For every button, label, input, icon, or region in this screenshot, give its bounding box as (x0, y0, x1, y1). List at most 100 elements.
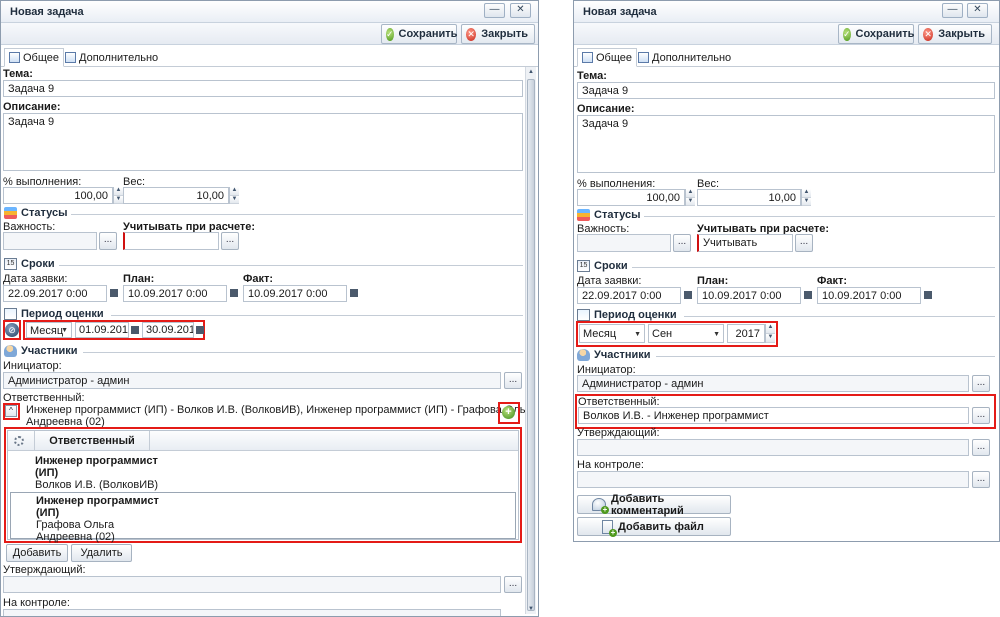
tab-general[interactable]: Общее (4, 48, 65, 67)
control-input[interactable] (577, 471, 969, 488)
approver-input[interactable] (3, 576, 501, 593)
plan-date-input[interactable]: 10.09.2017 0:00 (123, 285, 227, 302)
scrollbar-thumb[interactable] (527, 79, 535, 611)
date-picker-icon[interactable] (924, 291, 932, 299)
spin-down-icon[interactable]: ▼ (114, 195, 123, 204)
users-icon (577, 349, 590, 361)
window-title: Новая задача (583, 6, 657, 18)
title-bar: Новая задача — ✕ (574, 1, 999, 23)
fact-date-input[interactable]: 10.09.2017 0:00 (243, 285, 347, 302)
spin-down-icon[interactable]: ▼ (766, 333, 775, 343)
section-participants: Участники (574, 348, 995, 364)
approver-input[interactable] (577, 439, 969, 456)
add-responsible-icon[interactable]: + (502, 406, 515, 419)
period-month-select[interactable]: Сен ▼ (648, 324, 724, 343)
spin-down-icon[interactable]: ▼ (230, 195, 239, 204)
period-mode-select[interactable]: Месяц ▼ (579, 324, 645, 343)
importance-input[interactable] (3, 232, 97, 250)
calc-lookup-button[interactable]: ... (795, 234, 813, 252)
completion-spinner[interactable]: ▲ ▼ (685, 189, 695, 206)
period-from-input[interactable]: 01.09.2017 (75, 322, 129, 338)
importance-input[interactable] (577, 234, 671, 252)
subject-input[interactable]: Задача 9 (3, 80, 523, 97)
date-picker-icon[interactable] (804, 291, 812, 299)
initiator-lookup-button[interactable]: ... (972, 375, 990, 392)
period-mode-select[interactable]: Месяц ▼ (26, 322, 72, 338)
responsible-input[interactable]: Волков И.В. - Инженер программист (578, 407, 969, 424)
weight-input[interactable]: 10,00 (697, 189, 801, 206)
description-textarea[interactable]: Задача 9 (3, 113, 523, 171)
section-divider (684, 316, 995, 317)
table-row[interactable]: Инженер программист (ИП) Волков И.В. (Во… (10, 453, 516, 493)
description-label: Описание: (577, 103, 635, 115)
close-window-button[interactable]: ✕ (510, 3, 531, 18)
gear-icon[interactable] (14, 436, 24, 446)
tab-additional[interactable]: Дополнительно (634, 48, 735, 67)
control-input[interactable] (3, 609, 501, 616)
scroll-down-icon[interactable]: ▼ (526, 604, 536, 614)
close-window-button[interactable]: ✕ (967, 3, 988, 18)
scroll-up-icon[interactable]: ▲ (526, 67, 536, 77)
collapse-icon[interactable]: ^ (5, 405, 17, 417)
date-picker-icon[interactable] (230, 289, 238, 297)
control-lookup-button[interactable]: ... (972, 471, 990, 488)
subject-input[interactable]: Задача 9 (577, 82, 995, 99)
request-date-input[interactable]: 22.09.2017 0:00 (577, 287, 681, 304)
grid-column-header[interactable]: Ответственный (34, 431, 150, 451)
request-date-input[interactable]: 22.09.2017 0:00 (3, 285, 107, 302)
weight-spinner[interactable]: ▲ ▼ (229, 187, 239, 204)
calc-lookup-button[interactable]: ... (221, 232, 239, 250)
approver-lookup-button[interactable]: ... (972, 439, 990, 456)
date-picker-icon[interactable] (131, 326, 139, 334)
period-to-input[interactable]: 30.09.2017 (142, 322, 194, 338)
date-picker-icon[interactable] (110, 289, 118, 297)
completion-input[interactable]: 100,00 (3, 187, 113, 204)
period-year-input[interactable]: 2017 (727, 324, 765, 343)
spin-up-icon[interactable]: ▲ (230, 187, 239, 196)
add-file-button[interactable]: Добавить файл (577, 517, 731, 537)
date-picker-icon[interactable] (196, 326, 204, 334)
calc-input[interactable] (123, 232, 219, 250)
add-comment-button[interactable]: Добавить комментарий (577, 493, 731, 517)
table-row[interactable]: Инженер программист (ИП) Графова Ольга А… (10, 492, 516, 543)
initiator-lookup-button[interactable]: ... (504, 372, 522, 389)
approver-label: Утверждающий: (3, 564, 86, 576)
importance-lookup-button[interactable]: ... (673, 234, 691, 252)
period-mode-toggle-icon[interactable]: ⊘ (5, 323, 19, 337)
save-button[interactable]: ✓ Сохранить (838, 24, 914, 44)
responsible-lookup-button[interactable]: ... (972, 407, 990, 424)
importance-lookup-button[interactable]: ... (99, 232, 117, 250)
add-button[interactable]: Добавить (6, 544, 68, 562)
section-title: Сроки (594, 260, 628, 272)
spin-down-icon[interactable]: ▼ (686, 197, 695, 206)
completion-spinner[interactable]: ▲ ▼ (113, 187, 123, 204)
weight-input[interactable]: 10,00 (123, 187, 229, 204)
description-textarea[interactable]: Задача 9 (577, 115, 995, 173)
tab-additional[interactable]: Дополнительно (61, 48, 162, 67)
spin-up-icon[interactable]: ▲ (802, 189, 811, 198)
vertical-scrollbar[interactable]: ▲ ▼ (525, 67, 536, 614)
initiator-input[interactable]: Администратор - админ (3, 372, 501, 389)
completion-input[interactable]: 100,00 (577, 189, 685, 206)
spin-down-icon[interactable]: ▼ (802, 197, 811, 206)
calc-input[interactable]: Учитывать (697, 234, 793, 252)
plan-date-input[interactable]: 10.09.2017 0:00 (697, 287, 801, 304)
close-button[interactable]: ✕ Закрыть (918, 24, 992, 44)
initiator-input[interactable]: Администратор - админ (577, 375, 969, 392)
spin-up-icon[interactable]: ▲ (686, 189, 695, 198)
minimize-button[interactable]: — (484, 3, 505, 18)
weight-spinner[interactable]: ▲ ▼ (801, 189, 811, 206)
tab-general[interactable]: Общее (577, 48, 638, 67)
minimize-button[interactable]: — (942, 3, 963, 18)
save-button[interactable]: ✓ Сохранить (381, 24, 457, 44)
approver-lookup-button[interactable]: ... (504, 576, 522, 593)
spin-up-icon[interactable]: ▲ (114, 187, 123, 196)
spin-up-icon[interactable]: ▲ (766, 324, 775, 334)
close-button[interactable]: ✕ Закрыть (461, 24, 535, 44)
date-picker-icon[interactable] (684, 291, 692, 299)
fact-date-input[interactable]: 10.09.2017 0:00 (817, 287, 921, 304)
remove-button[interactable]: Удалить (71, 544, 132, 562)
year-spinner[interactable]: ▲ ▼ (765, 324, 775, 343)
section-statuses: Статусы (574, 208, 995, 224)
date-picker-icon[interactable] (350, 289, 358, 297)
